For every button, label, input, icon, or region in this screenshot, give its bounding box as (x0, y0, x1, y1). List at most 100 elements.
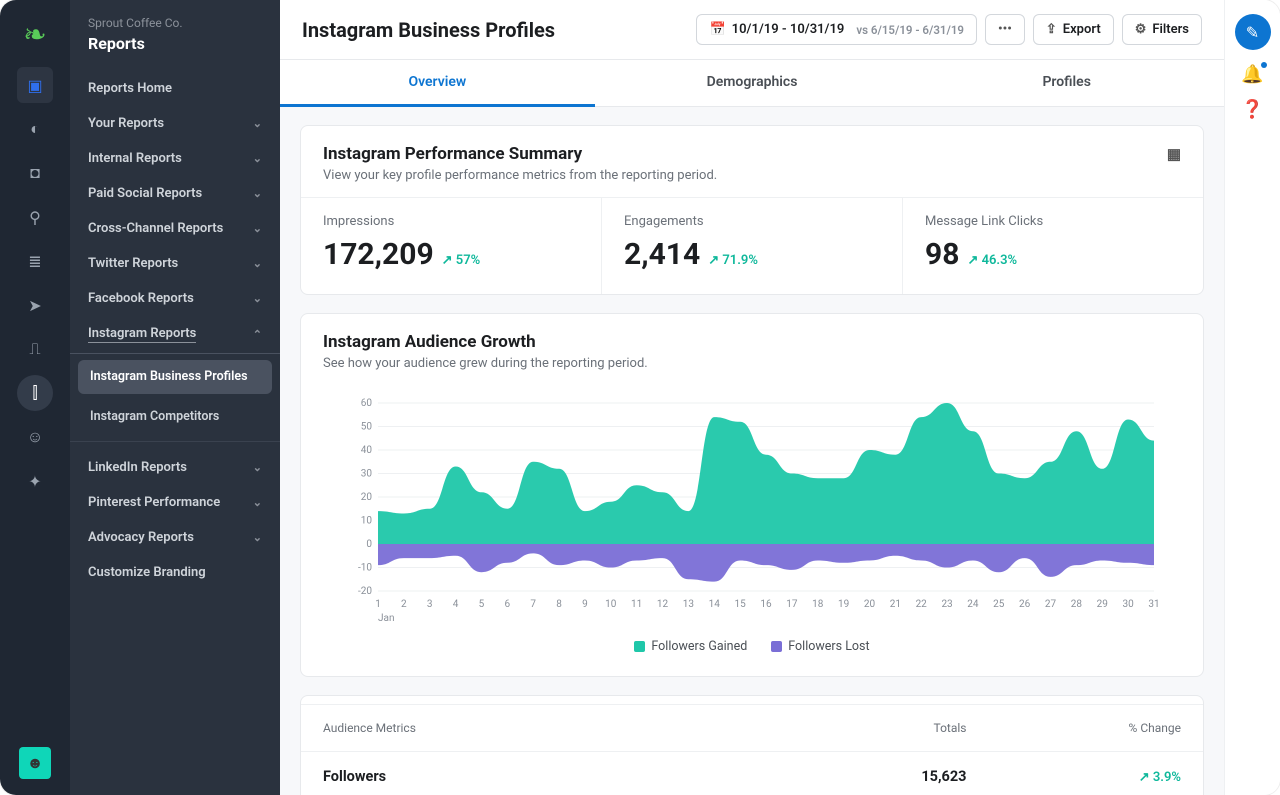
svg-text:20: 20 (864, 599, 876, 610)
pin-icon[interactable]: ⚲ (17, 199, 53, 235)
list-icon[interactable]: ≣ (17, 243, 53, 279)
svg-text:15: 15 (735, 599, 747, 610)
table-view-icon[interactable]: ▦ (1167, 145, 1181, 163)
sprout-logo-icon[interactable]: ❧ (23, 18, 46, 51)
folder-icon[interactable]: ▣ (17, 67, 53, 103)
svg-text:19: 19 (838, 599, 849, 610)
growth-sub: See how your audience grew during the re… (323, 356, 1181, 371)
svg-text:14: 14 (709, 599, 721, 610)
notifications-icon[interactable]: 🔔 (1241, 64, 1263, 85)
nav-sub-instagram-business-profiles[interactable]: Instagram Business Profiles (78, 360, 272, 394)
nav-item-internal-reports[interactable]: Internal Reports⌄ (70, 141, 280, 176)
chevron-down-icon: ⌄ (253, 496, 262, 509)
svg-text:12: 12 (657, 599, 669, 610)
svg-text:31: 31 (1148, 599, 1159, 610)
svg-text:26: 26 (1019, 599, 1031, 610)
summary-sub: View your key profile performance metric… (323, 168, 1181, 183)
nav-item-facebook-reports[interactable]: Facebook Reports⌄ (70, 281, 280, 316)
metric-impressions: Impressions172,20957% (301, 198, 602, 294)
sliders-icon: ⚙ (1135, 22, 1147, 37)
tab-profiles[interactable]: Profiles (909, 60, 1224, 106)
nav-sub-instagram-competitors[interactable]: Instagram Competitors (78, 400, 272, 434)
pulse-icon[interactable]: ⎍ (17, 331, 53, 367)
dashboard-icon[interactable]: ◐ (17, 111, 53, 147)
inbox-icon[interactable]: ◘ (17, 155, 53, 191)
svg-text:20: 20 (361, 492, 373, 503)
svg-text:27: 27 (1045, 599, 1057, 610)
audience-metrics-table: Audience Metrics Totals % Change Followe… (300, 695, 1204, 795)
filters-button[interactable]: ⚙Filters (1122, 14, 1202, 45)
th-metric: Audience Metrics (323, 721, 752, 735)
date-range-picker[interactable]: 📅 10/1/19 - 10/31/19 vs 6/15/19 - 6/31/1… (696, 14, 977, 45)
nav-item-linkedin-reports[interactable]: LinkedIn Reports⌄ (70, 450, 280, 485)
nav-item-advocacy-reports[interactable]: Advocacy Reports⌄ (70, 520, 280, 555)
chevron-down-icon: ⌄ (253, 222, 262, 235)
tab-overview[interactable]: Overview (280, 60, 595, 107)
chevron-up-icon: ⌃ (253, 328, 262, 341)
ellipsis-icon: ••• (998, 22, 1012, 37)
calendar-icon: 📅 (709, 22, 725, 37)
svg-text:16: 16 (760, 599, 772, 610)
svg-text:40: 40 (361, 445, 373, 456)
nav-item-reports-home[interactable]: Reports Home (70, 71, 280, 106)
nav-item-cross-channel-reports[interactable]: Cross-Channel Reports⌄ (70, 211, 280, 246)
growth-title: Instagram Audience Growth (323, 332, 536, 352)
svg-text:1: 1 (375, 599, 381, 610)
nav-item-customize-branding[interactable]: Customize Branding (70, 555, 280, 590)
metric-engagements: Engagements2,41471.9% (602, 198, 903, 294)
svg-text:9: 9 (582, 599, 588, 610)
tab-demographics[interactable]: Demographics (595, 60, 910, 106)
table-row: Followers15,6233.9% (301, 751, 1203, 795)
compose-button[interactable]: ✎ (1235, 14, 1271, 50)
chevron-down-icon: ⌄ (253, 461, 262, 474)
svg-text:Jan: Jan (378, 613, 394, 624)
th-change: % Change (967, 721, 1182, 735)
nav-item-your-reports[interactable]: Your Reports⌄ (70, 106, 280, 141)
svg-text:29: 29 (1097, 599, 1108, 610)
org-name: Sprout Coffee Co. (70, 16, 280, 34)
svg-text:13: 13 (683, 599, 694, 610)
svg-text:3: 3 (427, 599, 433, 610)
nav-item-pinterest-performance[interactable]: Pinterest Performance⌄ (70, 485, 280, 520)
svg-text:22: 22 (916, 599, 928, 610)
svg-text:30: 30 (1123, 599, 1135, 610)
svg-text:17: 17 (786, 599, 798, 610)
svg-text:28: 28 (1071, 599, 1083, 610)
audience-growth-card: Instagram Audience Growth See how your a… (300, 313, 1204, 677)
help-icon[interactable]: ❓ (1241, 99, 1263, 120)
bot-icon[interactable]: ☺ (17, 419, 53, 455)
svg-text:50: 50 (361, 422, 373, 433)
analytics-icon[interactable]: ⫿ (17, 375, 53, 411)
icon-rail: ❧ ▣ ◐ ◘ ⚲ ≣ ➤ ⎍ ⫿ ☺ ✦ ☻ (0, 0, 70, 795)
svg-text:25: 25 (993, 599, 1005, 610)
nav-item-paid-social-reports[interactable]: Paid Social Reports⌄ (70, 176, 280, 211)
svg-text:5: 5 (479, 599, 485, 610)
more-button[interactable]: ••• (985, 14, 1025, 45)
svg-text:7: 7 (530, 599, 536, 610)
svg-text:21: 21 (890, 599, 901, 610)
export-button[interactable]: ⇪Export (1033, 14, 1114, 45)
th-totals: Totals (752, 721, 967, 735)
svg-text:10: 10 (605, 599, 617, 610)
user-avatar[interactable]: ☻ (19, 747, 51, 779)
page-title: Instagram Business Profiles (302, 18, 555, 42)
tabs: OverviewDemographicsProfiles (280, 60, 1224, 107)
chevron-down-icon: ⌄ (253, 117, 262, 130)
star-icon[interactable]: ✦ (17, 463, 53, 499)
legend-lost: Followers Lost (771, 639, 869, 654)
nav-item-twitter-reports[interactable]: Twitter Reports⌄ (70, 246, 280, 281)
svg-text:2: 2 (401, 599, 407, 610)
chevron-down-icon: ⌄ (253, 531, 262, 544)
right-rail: ✎ 🔔 ❓ (1224, 0, 1280, 795)
svg-text:4: 4 (453, 599, 459, 610)
legend-gained: Followers Gained (634, 639, 747, 654)
summary-title: Instagram Performance Summary (323, 144, 582, 164)
svg-text:8: 8 (556, 599, 562, 610)
svg-text:30: 30 (361, 469, 373, 480)
nav-item-instagram-reports[interactable]: Instagram Reports⌃ (70, 316, 280, 354)
send-icon[interactable]: ➤ (17, 287, 53, 323)
svg-text:10: 10 (361, 516, 373, 527)
svg-text:6: 6 (505, 599, 511, 610)
topbar: Instagram Business Profiles 📅 10/1/19 - … (280, 0, 1224, 60)
sidebar: Sprout Coffee Co. Reports Reports HomeYo… (70, 0, 280, 795)
